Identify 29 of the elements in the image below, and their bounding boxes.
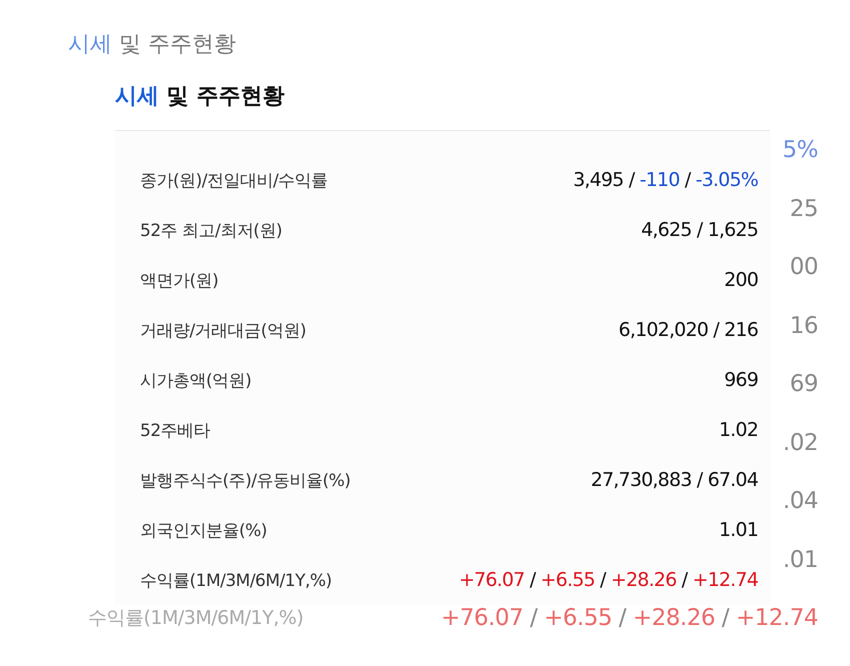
row-label: 52주 최고/최저(원) — [140, 220, 282, 242]
value-text: .02 — [782, 430, 818, 456]
row-label: 수익률(1M/3M/6M/1Y,%) — [140, 570, 332, 592]
value-text: .01 — [782, 546, 818, 573]
section-title: 시세 및 주주현황 — [67, 31, 237, 59]
row-label: 액면가(원) — [140, 270, 218, 292]
value-text: 3,495 / -110 / -3.05% — [573, 169, 758, 191]
value-text: +76.07 / +6.55 / +28.26 / +12.74 — [458, 569, 758, 591]
value-text: 25 — [790, 196, 818, 222]
row-label: 종가(원)/전일대비/수익률 — [140, 170, 328, 192]
value-text: 1.02 — [718, 419, 758, 441]
row-label: 수익률(1M/3M/6M/1Y,%) — [88, 606, 304, 631]
value-text: 200 — [724, 269, 758, 291]
value-text: 00 — [790, 254, 818, 280]
value-text: 4,625 / 1,625 — [641, 219, 758, 241]
row-label: 시가총액(억원) — [140, 370, 252, 392]
value-text: 27,730,883 / 67.04 — [590, 469, 758, 491]
row-label: 거래량/거래대금(억원) — [140, 320, 306, 342]
value-text: 16 — [790, 312, 818, 339]
value-text: 5% — [782, 137, 818, 164]
value-text: .04 — [782, 488, 818, 514]
value-text: 1.01 — [718, 519, 758, 541]
value-text: 69 — [790, 371, 818, 398]
value-text: 6,102,020 / 216 — [618, 319, 758, 341]
row-label: 외국인지분율(%) — [140, 520, 267, 542]
value-text: +76.07 / +6.55 / +28.26 / +12.74 — [441, 605, 818, 631]
value-text: 969 — [724, 369, 758, 391]
row-label: 발행주식수(주)/유동비율(%) — [140, 470, 350, 492]
row-label: 52주베타 — [140, 420, 210, 442]
